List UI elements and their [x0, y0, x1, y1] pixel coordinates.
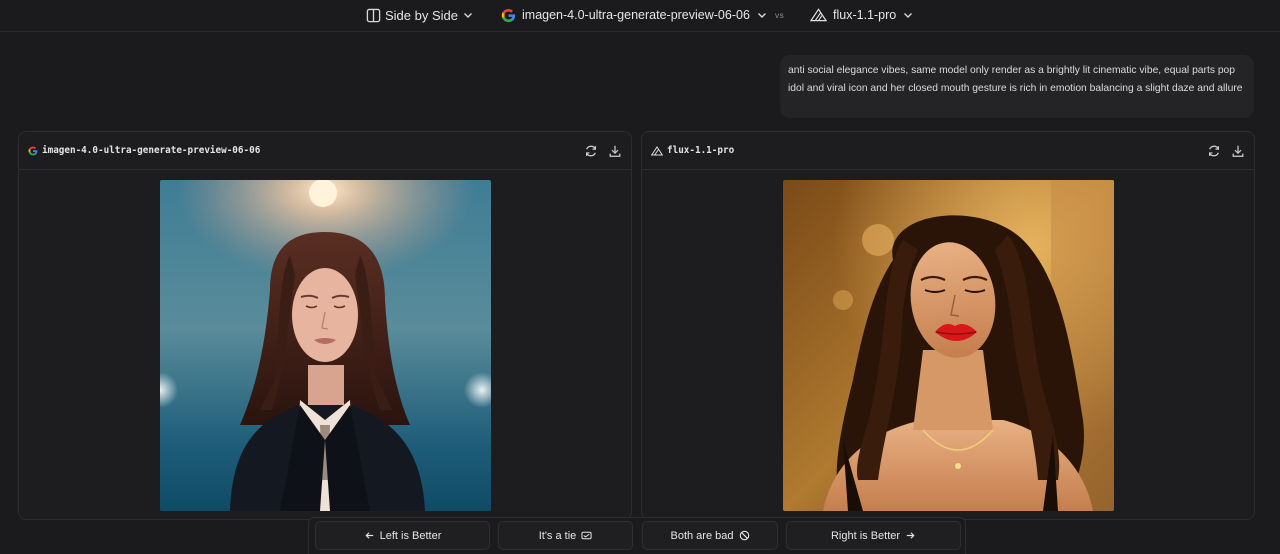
right-panel-title: flux-1.1-pro	[651, 145, 734, 156]
handshake-icon	[581, 531, 592, 540]
right-is-better-button[interactable]: Right is Better	[786, 521, 961, 550]
tie-button[interactable]: It's a tie	[498, 521, 633, 550]
right-model-name: flux-1.1-pro	[667, 145, 735, 156]
arrow-left-icon	[365, 532, 373, 539]
download-icon[interactable]	[608, 144, 622, 158]
model-a-dropdown[interactable]: imagen-4.0-ultra-generate-preview-06-06	[501, 5, 768, 25]
user-prompt-bubble: anti social elegance vibes, same model o…	[780, 55, 1254, 118]
model-a-label: imagen-4.0-ultra-generate-preview-06-06	[522, 8, 750, 22]
both-bad-label: Both are bad	[670, 529, 734, 542]
right-panel-header: flux-1.1-pro	[642, 132, 1254, 170]
flux-icon	[651, 145, 663, 155]
chevron-down-icon	[757, 13, 766, 18]
vote-bar: Left is Better It's a tie Both are bad R…	[308, 517, 966, 554]
chevron-down-icon	[464, 13, 472, 18]
left-result-panel: imagen-4.0-ultra-generate-preview-06-06	[18, 131, 632, 520]
flux-icon	[810, 8, 827, 22]
ban-icon	[739, 530, 749, 541]
download-icon[interactable]	[1231, 144, 1245, 158]
left-model-name: imagen-4.0-ultra-generate-preview-06-06	[42, 145, 261, 156]
tie-label: It's a tie	[538, 529, 577, 542]
regenerate-icon[interactable]	[584, 144, 598, 158]
view-mode-dropdown[interactable]: Side by Side	[366, 5, 474, 25]
arrow-right-icon	[906, 532, 915, 539]
right-generated-image[interactable]	[783, 180, 1114, 511]
model-b-dropdown[interactable]: flux-1.1-pro	[810, 5, 914, 25]
google-icon	[501, 8, 516, 22]
left-is-better-button[interactable]: Left is Better	[315, 521, 490, 550]
google-icon	[28, 146, 38, 155]
regenerate-icon[interactable]	[1207, 144, 1221, 158]
vs-label: vs	[775, 10, 785, 20]
view-mode-label: Side by Side	[385, 7, 458, 23]
left-generated-image[interactable]	[160, 180, 491, 511]
left-panel-header: imagen-4.0-ultra-generate-preview-06-06	[19, 132, 631, 170]
right-is-better-label: Right is Better	[830, 529, 901, 542]
both-bad-button[interactable]: Both are bad	[642, 521, 778, 550]
model-b-label: flux-1.1-pro	[833, 8, 897, 22]
chevron-down-icon	[904, 13, 913, 18]
right-result-panel: flux-1.1-pro	[641, 131, 1255, 520]
split-view-icon	[366, 8, 381, 22]
left-is-better-label: Left is Better	[379, 529, 442, 542]
top-bar: Side by Side imagen-4.0-ultra-generate-p…	[0, 0, 1280, 32]
left-panel-title: imagen-4.0-ultra-generate-preview-06-06	[28, 145, 260, 156]
